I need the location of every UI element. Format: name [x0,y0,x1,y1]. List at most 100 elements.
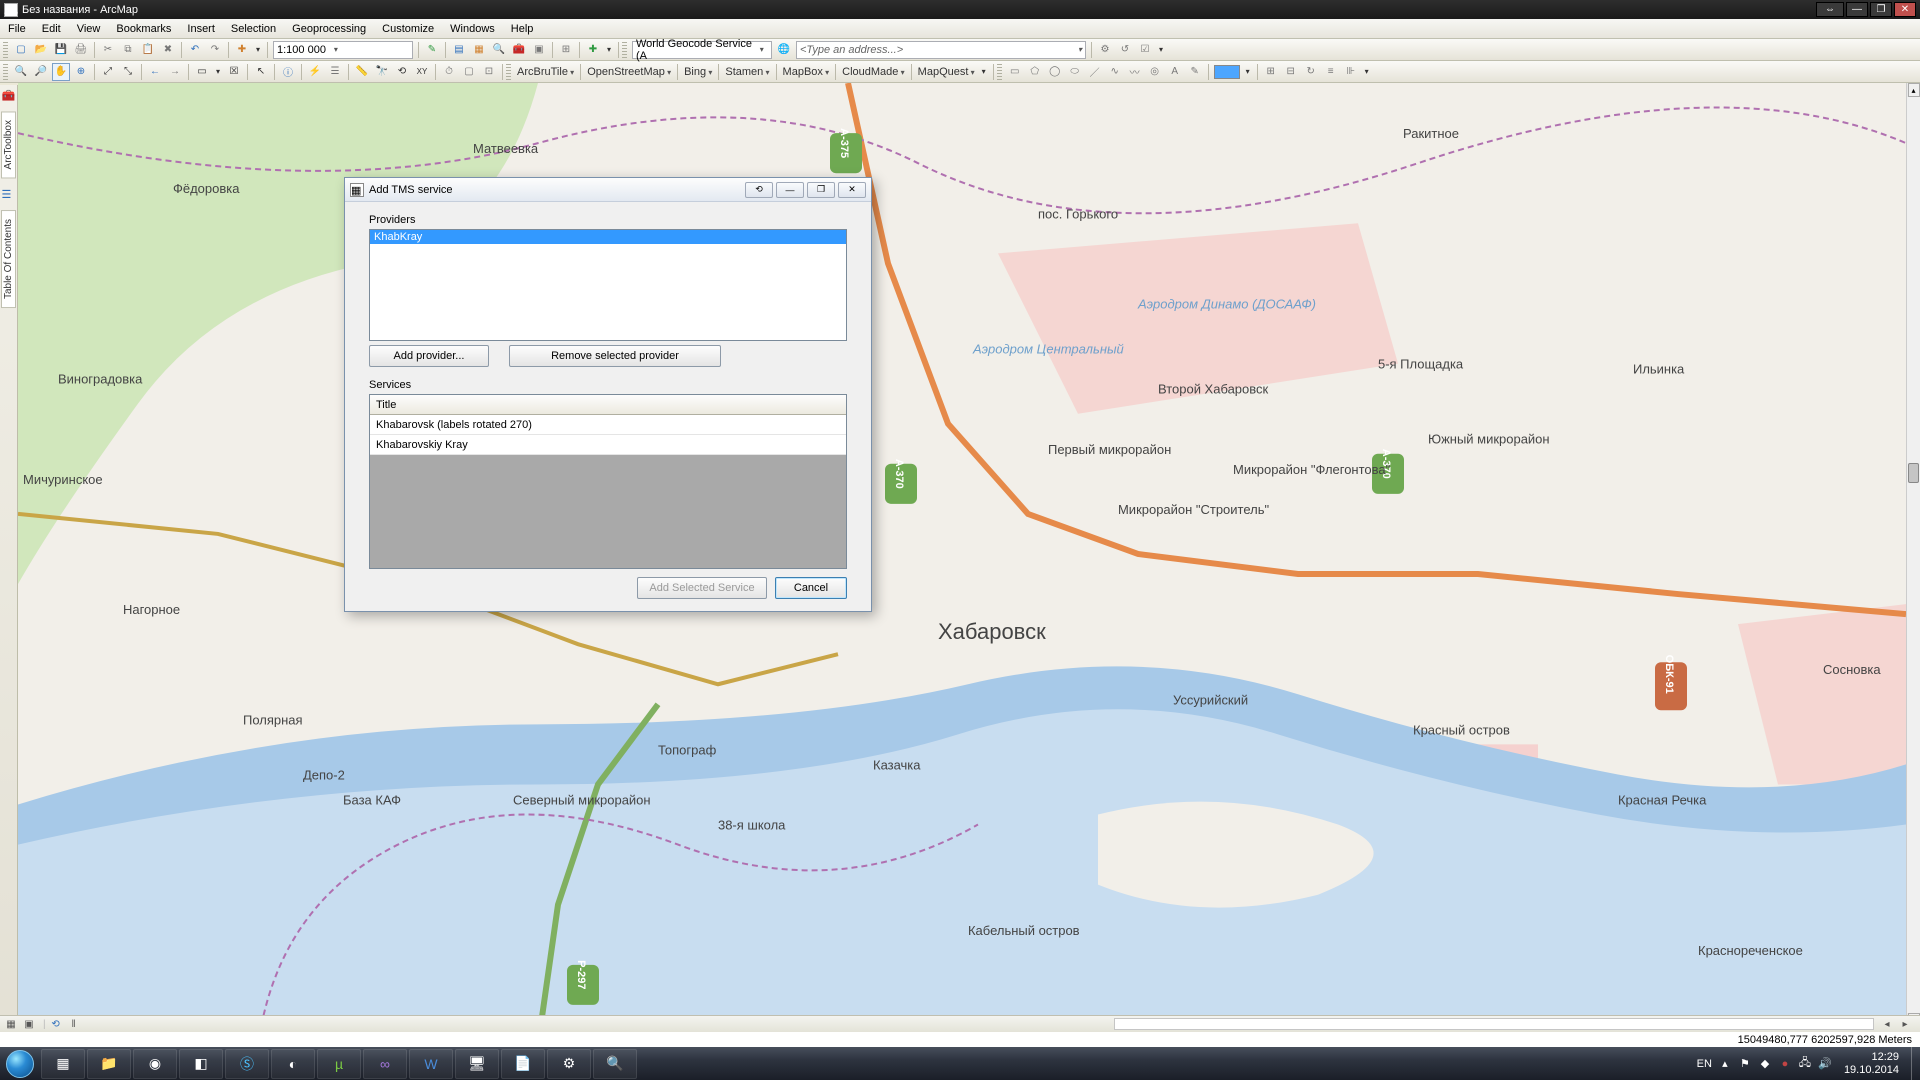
minimize-button[interactable]: — [1846,2,1868,17]
draw-arrow[interactable]: ▾ [1362,63,1372,81]
task-magnifier[interactable]: 🔍 [593,1049,637,1079]
toc-tab[interactable]: Table Of Contents [1,210,16,308]
add-selected-service-button[interactable]: Add Selected Service [637,577,767,599]
dialog-minimize-button[interactable]: — [776,182,804,198]
tray-volume-icon[interactable]: 🔊 [1818,1057,1832,1071]
clock[interactable]: 12:29 19.10.2014 [1838,1051,1905,1075]
draw-circle-icon[interactable]: ◯ [1046,63,1064,81]
ungroup-icon[interactable]: ⊟ [1282,63,1300,81]
redo-icon[interactable]: ↷ [206,41,224,59]
geocode-arrow[interactable]: ▾ [1156,41,1166,59]
delete-icon[interactable]: ✖ [159,41,177,59]
add-layer-arrow[interactable]: ▾ [604,41,614,59]
dialog-titlebar[interactable]: ▦ Add TMS service ⟲ — ❐ ✕ [345,178,871,202]
paste-icon[interactable]: 📋 [139,41,157,59]
task-explorer[interactable]: 📁 [87,1049,131,1079]
task-notepad[interactable]: 📄 [501,1049,545,1079]
close-button[interactable]: ✕ [1894,2,1916,17]
service-row-1[interactable]: Khabarovskiy Kray [370,435,846,455]
horizontal-scrollbar[interactable] [1114,1018,1874,1030]
cut-icon[interactable]: ✂ [99,41,117,59]
menu-help[interactable]: Help [503,21,542,37]
osm-menu[interactable]: OpenStreetMap [587,66,671,78]
goto-xy-icon[interactable]: XY [413,63,431,81]
menu-file[interactable]: File [0,21,34,37]
distribute-icon[interactable]: ⊪ [1342,63,1360,81]
geocode-service-dropdown[interactable]: World Geocode Service (A ▾ [632,41,772,59]
show-desktop-button[interactable] [1911,1047,1920,1080]
print-icon[interactable]: 🖨 [72,41,90,59]
tray-network-icon[interactable]: 🖧 [1798,1057,1812,1071]
align-icon[interactable]: ≡ [1322,63,1340,81]
services-grid[interactable]: Title Khabarovsk (labels rotated 270) Kh… [369,394,847,569]
bing-menu[interactable]: Bing [684,66,712,78]
dialog-close-button[interactable]: ✕ [838,182,866,198]
hyperlink-icon[interactable]: ⚡ [306,63,324,81]
scroll-thumb[interactable] [1908,463,1919,483]
arctoolbox-icon[interactable]: 🧰 [510,41,528,59]
mapquest-arrow[interactable]: ▾ [979,63,989,81]
back-extent-icon[interactable]: ← [146,63,164,81]
identify-icon[interactable]: ⓘ [279,63,297,81]
provider-item[interactable]: KhabKray [370,230,846,244]
scroll-right-icon[interactable]: ▸ [1898,1017,1912,1031]
task-word[interactable]: W [409,1049,453,1079]
arctoolbox-tab-icon[interactable]: 🧰 [2,89,16,103]
undo-icon[interactable]: ↶ [186,41,204,59]
geocode-options-icon[interactable]: ⚙ [1096,41,1114,59]
draw-freehand-icon[interactable]: 〰 [1126,63,1144,81]
cloudmade-menu[interactable]: CloudMade [842,66,905,78]
add-layer-icon[interactable]: ✚ [584,41,602,59]
providers-listbox[interactable]: KhabKray [369,229,847,341]
dialog-maximize-button[interactable]: ❐ [807,182,835,198]
task-app4[interactable]: ⚙ [547,1049,591,1079]
scroll-up-arrow[interactable]: ▴ [1908,83,1920,97]
map-view[interactable]: A-375 A-370 A-370 P-297 ОБК-91 Хабаровск… [18,83,1906,1045]
geocode-find-icon[interactable]: 🌐 [775,41,793,59]
tray-up-arrow[interactable]: ▴ [1718,1057,1732,1071]
maximize-button[interactable]: ❐ [1870,2,1892,17]
task-visualstudio[interactable]: ∞ [363,1049,407,1079]
add-data-icon[interactable]: ✚ [233,41,251,59]
arcbrutile-menu[interactable]: ArcBruTile [517,66,574,78]
fixed-zoom-in-icon[interactable]: ⤢ [99,63,117,81]
toc-icon[interactable]: ▤ [450,41,468,59]
task-teamviewer[interactable]: ▦ [41,1049,85,1079]
tray-shield-icon[interactable]: ◆ [1758,1057,1772,1071]
zoom-out-icon[interactable]: 🔎 [32,63,50,81]
select-element-icon[interactable]: ↖ [252,63,270,81]
toolbar-grip[interactable] [3,42,8,58]
refresh-icon[interactable]: ⟲ [49,1017,63,1031]
scale-dropdown[interactable]: 1:100 000 ▾ [273,41,413,59]
draw-marker-icon[interactable]: ◎ [1146,63,1164,81]
fill-color-swatch[interactable] [1214,65,1240,79]
select-features-icon[interactable]: ▭ [193,63,211,81]
menu-windows[interactable]: Windows [442,21,503,37]
task-app3[interactable]: 🖥 [455,1049,499,1079]
draw-text-icon[interactable]: A [1166,63,1184,81]
task-utorrent[interactable]: µ [317,1049,361,1079]
toc-tab-icon[interactable]: ☰ [2,188,16,202]
task-skype[interactable]: Ⓢ [225,1049,269,1079]
toolbar-grip-nav[interactable] [3,64,8,80]
toolbar-grip-draw[interactable] [997,64,1002,80]
find-route-icon[interactable]: ⟲ [393,63,411,81]
editor-toolbar-icon[interactable]: ✎ [423,41,441,59]
stamen-menu[interactable]: Stamen [725,66,769,78]
data-view-icon[interactable]: ▦ [4,1017,18,1031]
task-chrome[interactable]: ◉ [133,1049,177,1079]
group-icon[interactable]: ⊞ [1262,63,1280,81]
python-icon[interactable]: ▣ [530,41,548,59]
toolbar-grip-geocode[interactable] [622,42,627,58]
scroll-left-icon[interactable]: ◂ [1880,1017,1894,1031]
add-data-arrow[interactable]: ▾ [253,41,263,59]
services-grid-header[interactable]: Title [370,395,846,415]
toolbar-grip-brutile[interactable] [506,64,511,80]
tray-flag-icon[interactable]: ⚑ [1738,1057,1752,1071]
pan-icon[interactable]: ✋ [52,63,70,81]
draw-curve-icon[interactable]: ∿ [1106,63,1124,81]
copy-icon[interactable]: ⧉ [119,41,137,59]
menu-insert[interactable]: Insert [179,21,223,37]
search-window-icon[interactable]: 🔍 [490,41,508,59]
edit-vertices-icon[interactable]: ✎ [1186,63,1204,81]
